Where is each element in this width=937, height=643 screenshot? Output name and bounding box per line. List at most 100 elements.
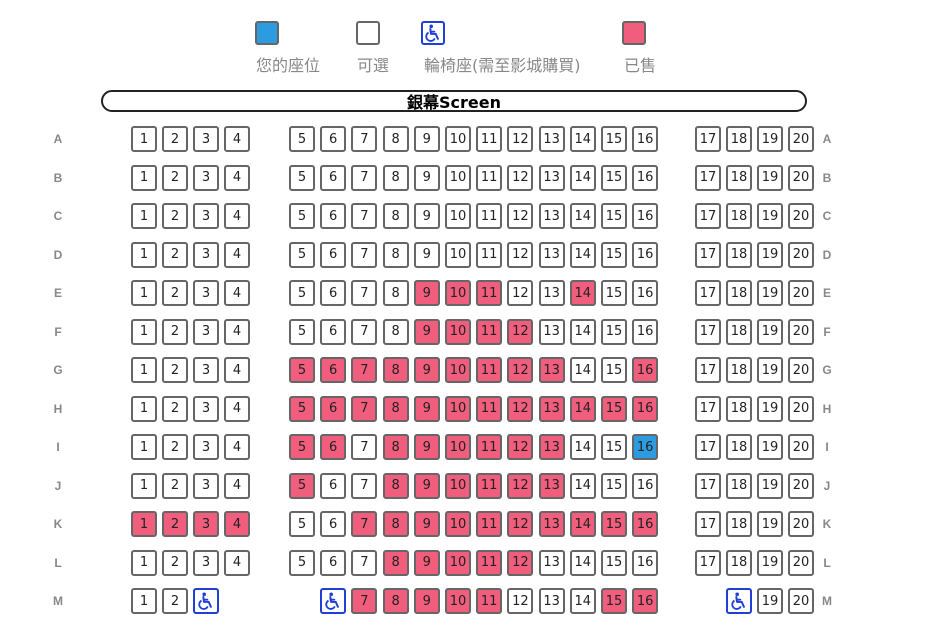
seat-E11[interactable]: 11 — [476, 280, 503, 306]
seat-C2[interactable]: 2 — [162, 203, 188, 229]
seat-K8[interactable]: 8 — [382, 511, 409, 537]
seat-H14[interactable]: 14 — [569, 395, 596, 422]
seat-G3[interactable]: 3 — [193, 357, 219, 383]
seat-E18[interactable]: 18 — [726, 280, 752, 306]
seat-E19[interactable]: 19 — [757, 280, 783, 306]
seat-C6[interactable]: 6 — [320, 203, 347, 229]
seat-G9[interactable]: 9 — [413, 357, 440, 383]
seat-D2[interactable]: 2 — [162, 241, 188, 268]
seat-G10[interactable]: 10 — [445, 357, 471, 383]
seat-F1[interactable]: 1 — [131, 318, 157, 345]
seat-I17[interactable]: 17 — [695, 434, 721, 460]
seat-E9[interactable]: 9 — [413, 280, 440, 306]
seat-G5[interactable]: 5 — [289, 357, 315, 383]
seat-I16[interactable]: 16 — [632, 434, 659, 460]
seat-D15[interactable]: 15 — [601, 241, 627, 268]
seat-D14[interactable]: 14 — [569, 241, 596, 268]
seat-A15[interactable]: 15 — [601, 126, 627, 152]
seat-D16[interactable]: 16 — [632, 241, 659, 268]
seat-L9[interactable]: 9 — [413, 549, 440, 576]
seat-F3[interactable]: 3 — [193, 318, 219, 345]
seat-B12[interactable]: 12 — [507, 164, 534, 191]
seat-G8[interactable]: 8 — [382, 357, 409, 383]
seat-H16[interactable]: 16 — [632, 395, 659, 422]
seat-E5[interactable]: 5 — [289, 280, 315, 306]
seat-E2[interactable]: 2 — [162, 280, 188, 306]
seat-F20[interactable]: 20 — [788, 318, 814, 345]
seat-I19[interactable]: 19 — [757, 434, 783, 460]
seat-K1[interactable]: 1 — [131, 511, 157, 537]
seat-I12[interactable]: 12 — [507, 434, 534, 460]
seat-E17[interactable]: 17 — [695, 280, 721, 306]
seat-H6[interactable]: 6 — [320, 395, 347, 422]
seat-F6[interactable]: 6 — [320, 318, 347, 345]
seat-E13[interactable]: 13 — [538, 280, 565, 306]
seat-L13[interactable]: 13 — [538, 549, 565, 576]
seat-J19[interactable]: 19 — [757, 472, 783, 499]
seat-J15[interactable]: 15 — [601, 472, 627, 499]
seat-D9[interactable]: 9 — [413, 241, 440, 268]
seat-E15[interactable]: 15 — [601, 280, 627, 306]
seat-L5[interactable]: 5 — [289, 549, 315, 576]
seat-H9[interactable]: 9 — [413, 395, 440, 422]
seat-B15[interactable]: 15 — [601, 164, 627, 191]
seat-D4[interactable]: 4 — [224, 241, 250, 268]
seat-K12[interactable]: 12 — [507, 511, 534, 537]
wheelchair-seat-M6[interactable] — [320, 588, 347, 614]
seat-B10[interactable]: 10 — [445, 164, 471, 191]
seat-D18[interactable]: 18 — [726, 241, 752, 268]
seat-L4[interactable]: 4 — [224, 549, 250, 576]
seat-G17[interactable]: 17 — [695, 357, 721, 383]
seat-J14[interactable]: 14 — [569, 472, 596, 499]
seat-H17[interactable]: 17 — [695, 395, 721, 422]
seat-C16[interactable]: 16 — [632, 203, 659, 229]
seat-E8[interactable]: 8 — [382, 280, 409, 306]
seat-J9[interactable]: 9 — [413, 472, 440, 499]
seat-B6[interactable]: 6 — [320, 164, 347, 191]
seat-B17[interactable]: 17 — [695, 164, 721, 191]
seat-L1[interactable]: 1 — [131, 549, 157, 576]
seat-H3[interactable]: 3 — [193, 395, 219, 422]
seat-D3[interactable]: 3 — [193, 241, 219, 268]
seat-H5[interactable]: 5 — [289, 395, 315, 422]
seat-H4[interactable]: 4 — [224, 395, 250, 422]
seat-H10[interactable]: 10 — [445, 395, 471, 422]
seat-F19[interactable]: 19 — [757, 318, 783, 345]
seat-M9[interactable]: 9 — [413, 588, 440, 614]
seat-C1[interactable]: 1 — [131, 203, 157, 229]
seat-B2[interactable]: 2 — [162, 164, 188, 191]
seat-I15[interactable]: 15 — [601, 434, 627, 460]
seat-H1[interactable]: 1 — [131, 395, 157, 422]
seat-F7[interactable]: 7 — [351, 318, 378, 345]
seat-J1[interactable]: 1 — [131, 472, 157, 499]
seat-G18[interactable]: 18 — [726, 357, 752, 383]
seat-K6[interactable]: 6 — [320, 511, 347, 537]
seat-L8[interactable]: 8 — [382, 549, 409, 576]
seat-D10[interactable]: 10 — [445, 241, 471, 268]
seat-B20[interactable]: 20 — [788, 164, 814, 191]
seat-J11[interactable]: 11 — [476, 472, 503, 499]
seat-I1[interactable]: 1 — [131, 434, 157, 460]
seat-I14[interactable]: 14 — [569, 434, 596, 460]
seat-K4[interactable]: 4 — [224, 511, 250, 537]
seat-D7[interactable]: 7 — [351, 241, 378, 268]
seat-C15[interactable]: 15 — [601, 203, 627, 229]
seat-F2[interactable]: 2 — [162, 318, 188, 345]
seat-A17[interactable]: 17 — [695, 126, 721, 152]
seat-C13[interactable]: 13 — [538, 203, 565, 229]
seat-E20[interactable]: 20 — [788, 280, 814, 306]
seat-B16[interactable]: 16 — [632, 164, 659, 191]
seat-A6[interactable]: 6 — [320, 126, 347, 152]
seat-I20[interactable]: 20 — [788, 434, 814, 460]
seat-D20[interactable]: 20 — [788, 241, 814, 268]
seat-G20[interactable]: 20 — [788, 357, 814, 383]
seat-F14[interactable]: 14 — [569, 318, 596, 345]
seat-B19[interactable]: 19 — [757, 164, 783, 191]
seat-I8[interactable]: 8 — [382, 434, 409, 460]
seat-E4[interactable]: 4 — [224, 280, 250, 306]
seat-L7[interactable]: 7 — [351, 549, 378, 576]
seat-B7[interactable]: 7 — [351, 164, 378, 191]
seat-I9[interactable]: 9 — [413, 434, 440, 460]
seat-C7[interactable]: 7 — [351, 203, 378, 229]
seat-I6[interactable]: 6 — [320, 434, 347, 460]
